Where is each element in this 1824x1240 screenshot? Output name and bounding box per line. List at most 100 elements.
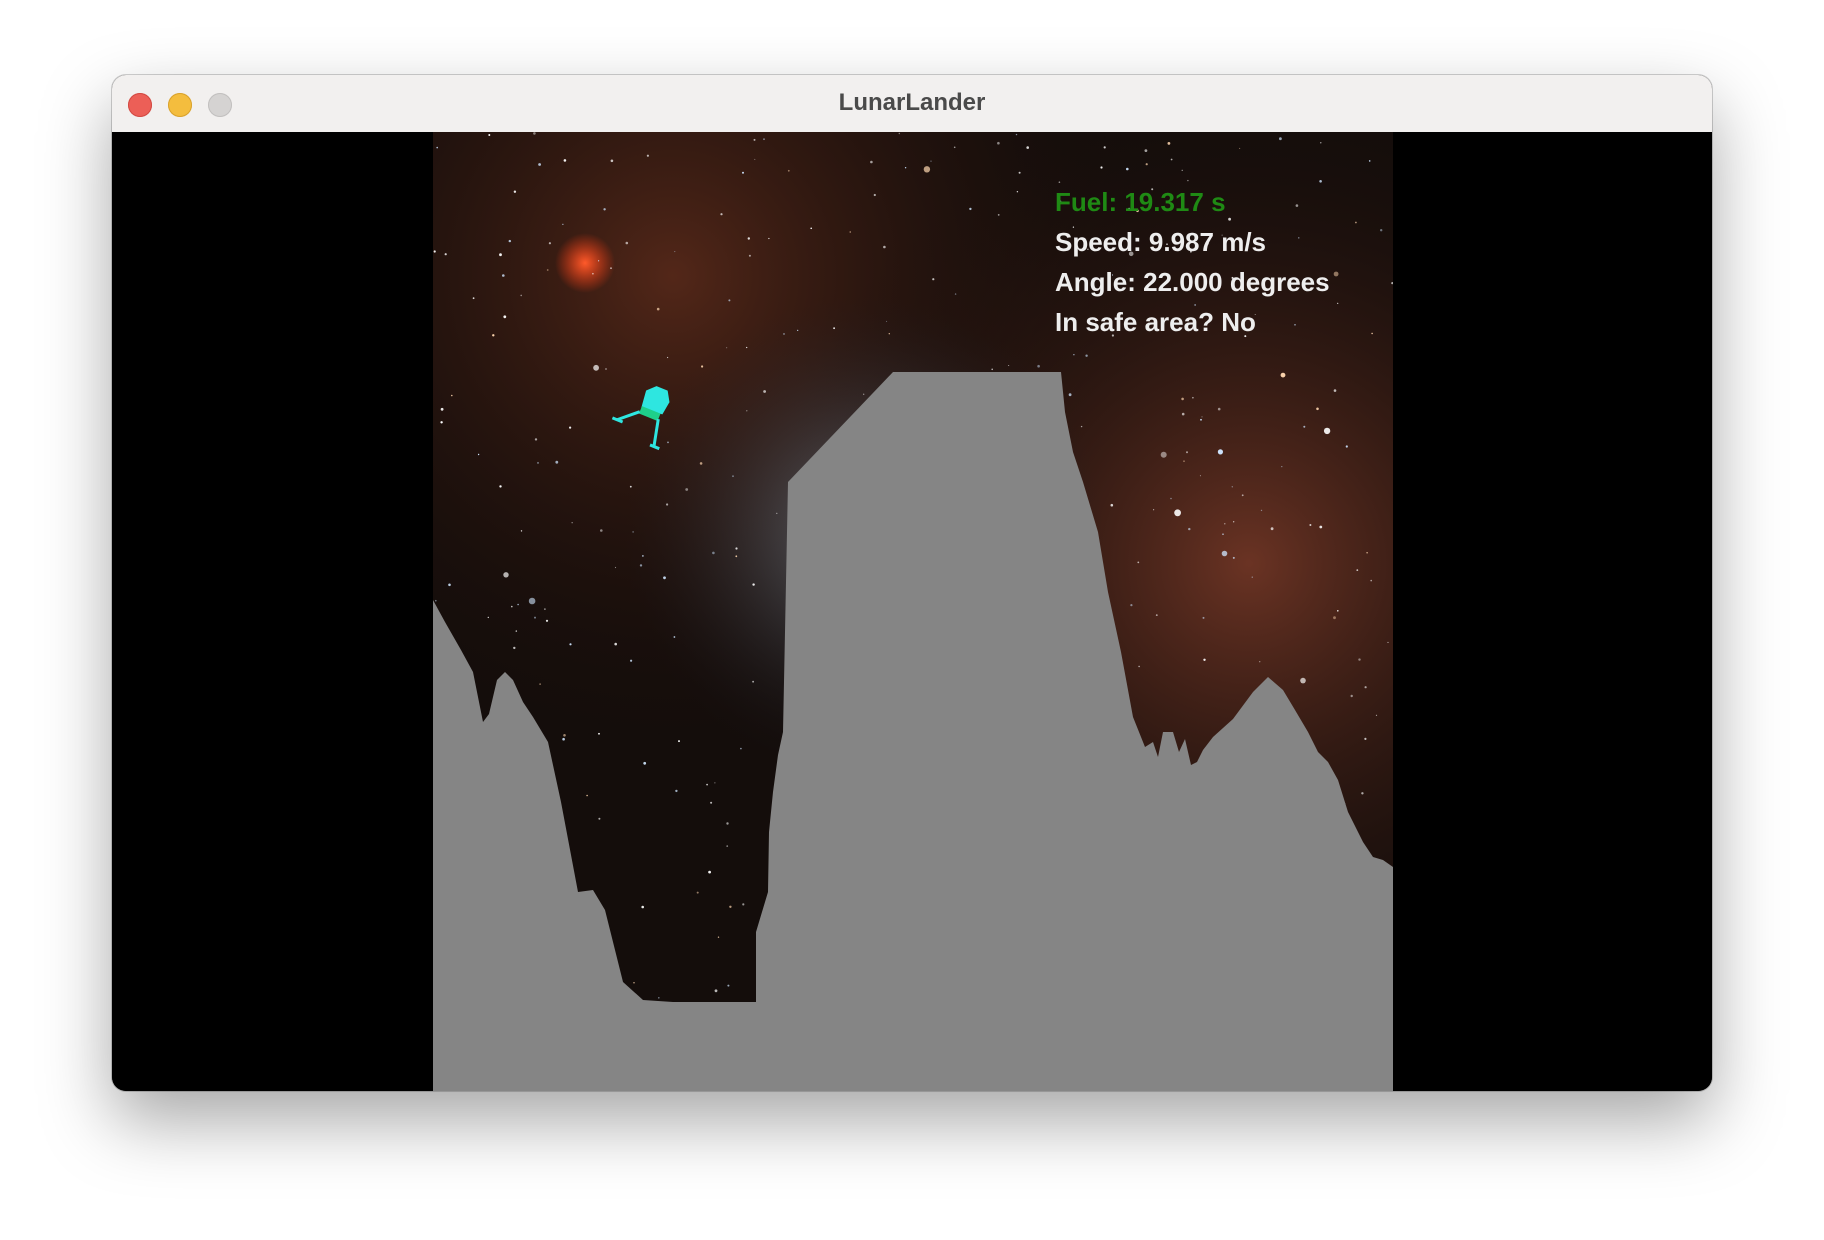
star [592, 272, 594, 275]
star [1110, 503, 1114, 507]
star [517, 603, 519, 606]
star [1368, 160, 1371, 162]
star [873, 193, 876, 197]
star [436, 146, 438, 149]
star [763, 138, 765, 141]
star [1323, 427, 1331, 435]
star [511, 605, 513, 608]
star [735, 547, 738, 550]
star [783, 333, 785, 335]
star [1200, 418, 1202, 421]
star [520, 530, 523, 532]
star [555, 460, 559, 464]
star [888, 333, 890, 335]
star [1138, 665, 1140, 668]
star [1233, 521, 1235, 523]
star [667, 356, 669, 359]
star [433, 250, 436, 253]
star [883, 245, 886, 249]
star [1222, 533, 1224, 535]
star [1280, 372, 1286, 378]
star [712, 551, 715, 555]
star [701, 365, 704, 368]
speed-readout: Speed: 9.987 m/s [1055, 227, 1266, 257]
star [930, 160, 932, 162]
star [633, 982, 635, 984]
star [1073, 354, 1075, 356]
star [1337, 302, 1339, 304]
star [1183, 460, 1185, 462]
star [1358, 658, 1361, 661]
star [1068, 393, 1072, 397]
star [667, 441, 669, 444]
star [991, 368, 993, 371]
star [539, 683, 541, 685]
star [663, 576, 666, 580]
star [742, 903, 745, 906]
star [752, 583, 755, 586]
star [472, 297, 475, 300]
star [1192, 396, 1194, 399]
game-area[interactable]: Fuel: 19.317 s Speed: 9.987 m/s Angle: 2… [112, 132, 1712, 1091]
star [763, 390, 766, 393]
star [1181, 169, 1183, 171]
star [629, 485, 632, 488]
star [1316, 407, 1319, 411]
star [746, 410, 748, 412]
star [435, 599, 437, 602]
star [600, 529, 603, 532]
star [1080, 425, 1083, 428]
star [674, 251, 676, 253]
star [886, 320, 888, 322]
star [1145, 163, 1148, 166]
star [717, 936, 720, 938]
star [1370, 579, 1372, 582]
star [593, 364, 599, 371]
star [488, 134, 491, 136]
star [513, 646, 516, 650]
star [487, 616, 489, 619]
fuel-readout: Fuel: 19.317 s [1055, 187, 1226, 217]
star [642, 555, 644, 557]
star [571, 522, 573, 524]
star [810, 227, 812, 230]
star [610, 267, 612, 270]
star [1203, 658, 1206, 661]
star [932, 278, 935, 281]
star [499, 253, 502, 257]
star [1337, 610, 1339, 612]
star [833, 327, 835, 330]
star [1300, 677, 1306, 684]
star [1130, 604, 1133, 607]
star [706, 783, 708, 786]
star [533, 132, 536, 135]
star [1085, 354, 1088, 357]
star [444, 253, 447, 256]
star [477, 453, 480, 456]
star [656, 307, 660, 311]
star [1037, 364, 1040, 368]
star [641, 905, 644, 909]
star [646, 154, 649, 157]
star [515, 630, 517, 632]
star [534, 438, 538, 441]
star [754, 158, 756, 160]
star [1375, 714, 1378, 716]
star [569, 426, 572, 429]
star [746, 346, 748, 349]
star [1345, 445, 1348, 448]
star [1221, 550, 1228, 557]
star [630, 659, 633, 662]
star [708, 870, 711, 874]
star [1356, 569, 1359, 571]
star [849, 231, 851, 233]
star [1153, 509, 1155, 511]
star [513, 190, 517, 193]
star [954, 293, 957, 295]
star [610, 159, 614, 163]
star [538, 163, 541, 166]
star [1199, 475, 1201, 477]
star [673, 636, 676, 638]
star [870, 160, 873, 164]
hud-panel: Fuel: 19.317 s Speed: 9.987 m/s Angle: 2… [1055, 182, 1330, 342]
